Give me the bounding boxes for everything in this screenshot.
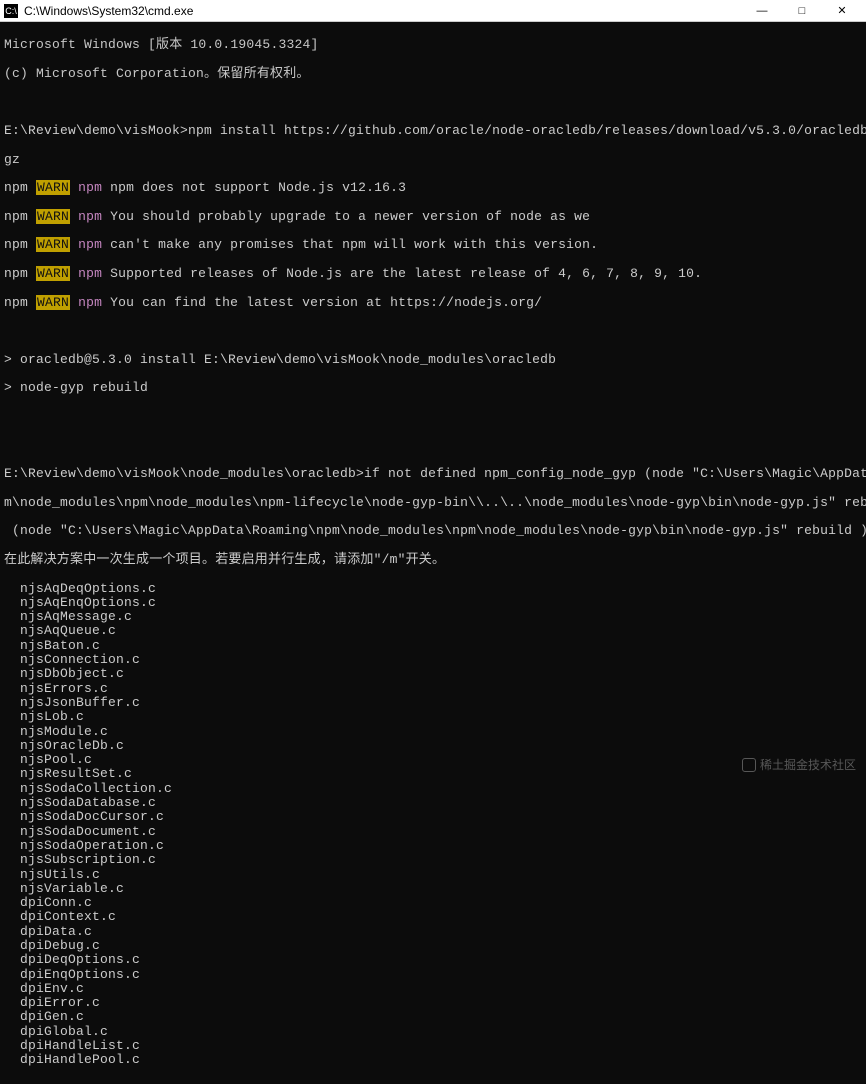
npm-mag: npm	[78, 295, 102, 310]
file-line: njsSubscription.c	[4, 853, 862, 867]
npm-mag: npm	[78, 209, 102, 224]
action-line: > node-gyp rebuild	[4, 381, 862, 395]
command-wrap: gz	[4, 153, 862, 167]
file-line: njsSodaDocCursor.c	[4, 810, 862, 824]
file-line: njsAqEnqOptions.c	[4, 596, 862, 610]
gyp-line: 在此解决方案中一次生成一个项目。若要启用并行生成，请添加"/m"开关。	[4, 553, 862, 567]
gyp-line: E:\Review\demo\visMook\node_modules\orac…	[4, 467, 862, 481]
file-line: dpiData.c	[4, 925, 862, 939]
cmd-icon: C:\	[4, 4, 18, 18]
prompt: E:\Review\demo\visMook>	[4, 123, 188, 138]
prompt-line: E:\Review\demo\visMook>npm install https…	[4, 124, 862, 138]
file-line: njsErrors.c	[4, 682, 862, 696]
warn-line: npm WARN npm You can find the latest ver…	[4, 296, 862, 310]
window-controls: — □ ✕	[742, 0, 862, 21]
npm-mag: npm	[78, 237, 102, 252]
warn-text: Supported releases of Node.js are the la…	[110, 266, 702, 281]
npm-mag: npm	[78, 180, 102, 195]
file-line: njsOracleDb.c	[4, 739, 862, 753]
watermark-icon	[742, 758, 756, 772]
warn-line: npm WARN npm Supported releases of Node.…	[4, 267, 862, 281]
files-list: njsAqDeqOptions.c njsAqEnqOptions.c njsA…	[4, 582, 862, 1068]
file-line: njsModule.c	[4, 725, 862, 739]
warn-text: You should probably upgrade to a newer v…	[110, 209, 590, 224]
blank-line	[4, 95, 862, 109]
file-line: njsAqMessage.c	[4, 610, 862, 624]
file-line: dpiContext.c	[4, 910, 862, 924]
file-line: njsBaton.c	[4, 639, 862, 653]
file-line: njsSodaDocument.c	[4, 825, 862, 839]
warn-badge: WARN	[36, 237, 70, 252]
file-line: njsAqDeqOptions.c	[4, 582, 862, 596]
window-title: C:\Windows\System32\cmd.exe	[24, 4, 742, 18]
warn-line: npm WARN npm You should probably upgrade…	[4, 210, 862, 224]
close-button[interactable]: ✕	[822, 0, 862, 21]
npm-label: npm	[4, 266, 28, 281]
npm-label: npm	[4, 180, 28, 195]
file-line: njsLob.c	[4, 710, 862, 724]
action-line: > oracledb@5.3.0 install E:\Review\demo\…	[4, 353, 862, 367]
warn-line: npm WARN npm npm does not support Node.j…	[4, 181, 862, 195]
maximize-button[interactable]: □	[782, 0, 822, 21]
warn-badge: WARN	[36, 295, 70, 310]
file-line: dpiDebug.c	[4, 939, 862, 953]
blank-line	[4, 439, 862, 453]
file-line: dpiHandlePool.c	[4, 1053, 862, 1067]
file-line: dpiEnv.c	[4, 982, 862, 996]
file-line: dpiError.c	[4, 996, 862, 1010]
file-line: dpiDeqOptions.c	[4, 953, 862, 967]
npm-label: npm	[4, 237, 28, 252]
file-line: dpiGlobal.c	[4, 1025, 862, 1039]
file-line: njsConnection.c	[4, 653, 862, 667]
file-line: njsUtils.c	[4, 868, 862, 882]
file-line: njsJsonBuffer.c	[4, 696, 862, 710]
file-line: njsVariable.c	[4, 882, 862, 896]
file-line: njsSodaDatabase.c	[4, 796, 862, 810]
header-line: (c) Microsoft Corporation。保留所有权利。	[4, 67, 862, 81]
window-title-bar: C:\ C:\Windows\System32\cmd.exe — □ ✕	[0, 0, 866, 22]
header-line: Microsoft Windows [版本 10.0.19045.3324]	[4, 38, 862, 52]
file-line: dpiConn.c	[4, 896, 862, 910]
warn-text: can't make any promises that npm will wo…	[110, 237, 598, 252]
file-line: njsPool.c	[4, 753, 862, 767]
npm-label: npm	[4, 295, 28, 310]
file-line: dpiGen.c	[4, 1010, 862, 1024]
file-line: dpiEnqOptions.c	[4, 968, 862, 982]
blank-line	[4, 410, 862, 424]
warn-text: npm does not support Node.js v12.16.3	[110, 180, 406, 195]
blank-line	[4, 324, 862, 338]
gyp-line: m\node_modules\npm\node_modules\npm-life…	[4, 496, 862, 510]
file-line: njsSodaOperation.c	[4, 839, 862, 853]
watermark: 稀土掘金技术社区	[742, 756, 856, 773]
minimize-button[interactable]: —	[742, 0, 782, 21]
warn-badge: WARN	[36, 180, 70, 195]
warn-badge: WARN	[36, 209, 70, 224]
gyp-line: (node "C:\Users\Magic\AppData\Roaming\np…	[4, 524, 862, 538]
file-line: njsAqQueue.c	[4, 624, 862, 638]
warn-badge: WARN	[36, 266, 70, 281]
file-line: dpiHandleList.c	[4, 1039, 862, 1053]
watermark-text: 稀土掘金技术社区	[760, 756, 856, 773]
warn-line: npm WARN npm can't make any promises tha…	[4, 238, 862, 252]
terminal-output: Microsoft Windows [版本 10.0.19045.3324] (…	[0, 22, 866, 1084]
file-line: njsResultSet.c	[4, 767, 862, 781]
warn-text: You can find the latest version at https…	[110, 295, 542, 310]
command-text: npm install https://github.com/oracle/no…	[188, 123, 866, 138]
npm-mag: npm	[78, 266, 102, 281]
file-line: njsSodaCollection.c	[4, 782, 862, 796]
file-line: njsDbObject.c	[4, 667, 862, 681]
npm-label: npm	[4, 209, 28, 224]
